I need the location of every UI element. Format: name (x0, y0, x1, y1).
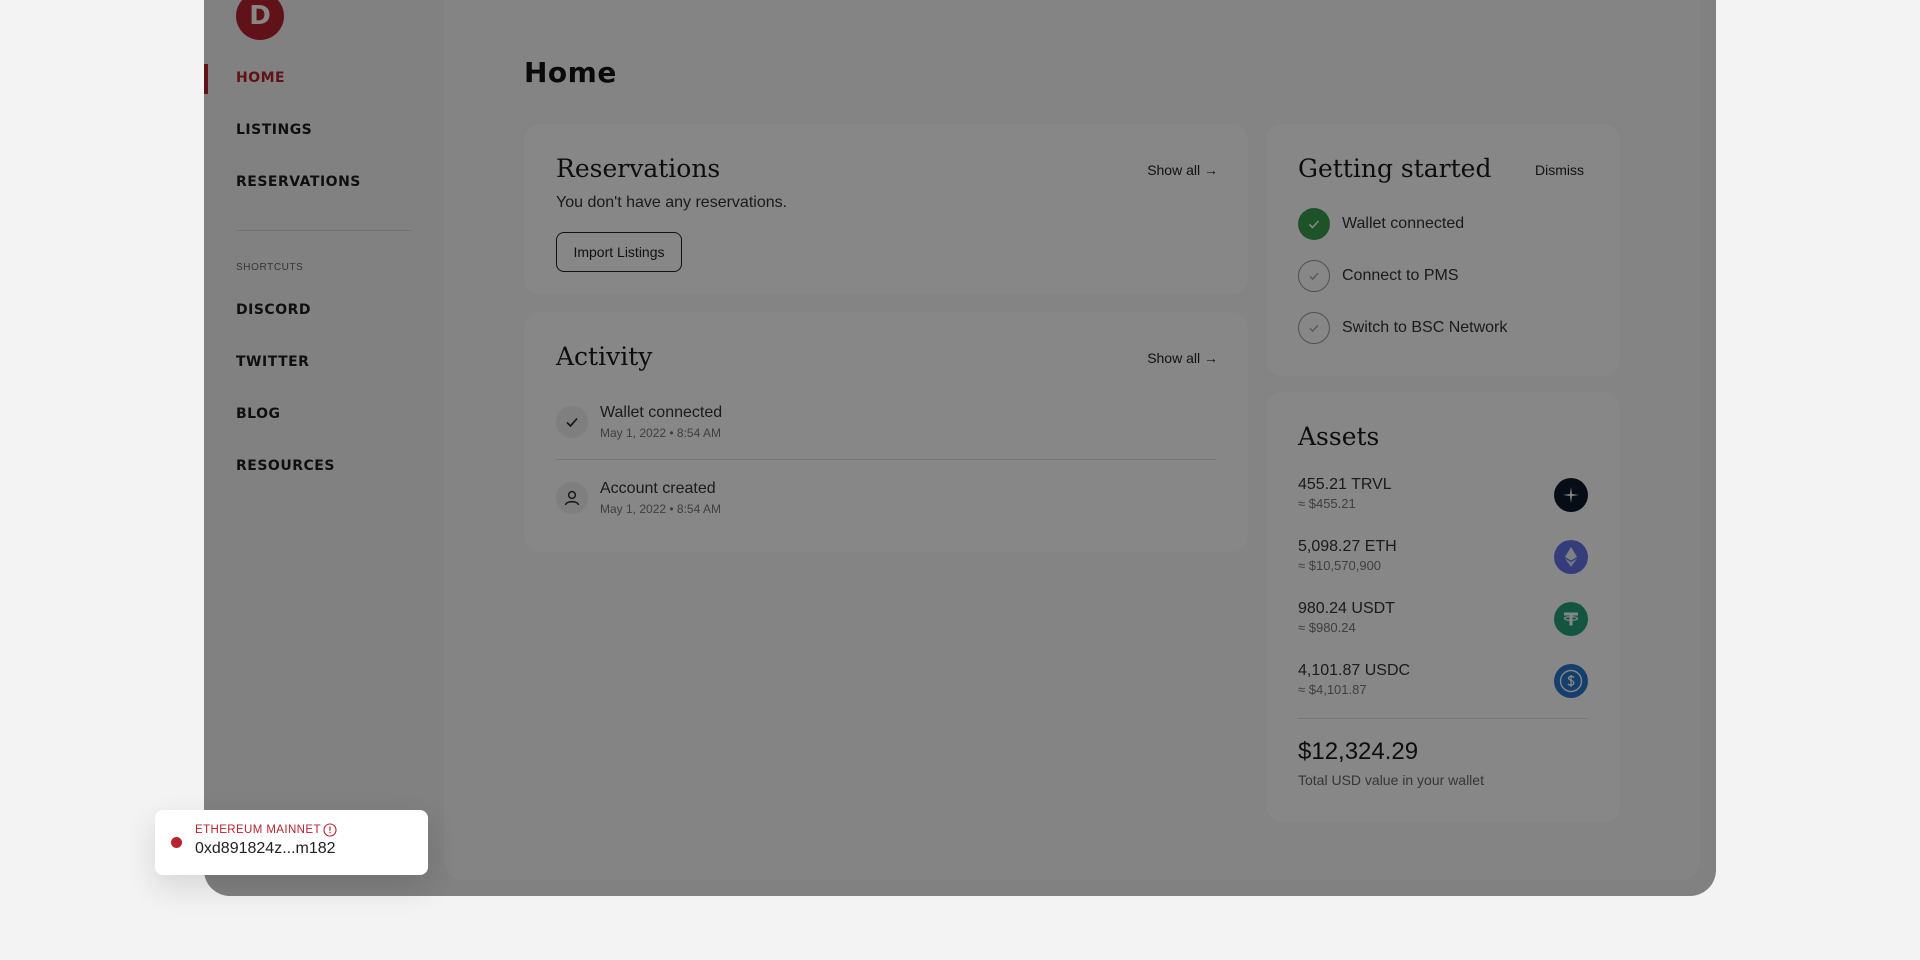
reservations-empty-text: You don't have any reservations. (556, 194, 788, 211)
asset-amount: 4,101.87 USDC (1298, 662, 1411, 679)
reservations-title: Reservations (556, 154, 721, 183)
assets-divider (1298, 718, 1588, 719)
asset-amount: 980.24 USDT (1298, 600, 1395, 617)
asset-usd-value: ≈ $4,101.87 (1298, 682, 1367, 697)
network-status-popup[interactable]: ETHEREUM MAINNET 0xd891824z...m182 (155, 810, 428, 875)
activity-divider (556, 459, 1216, 460)
shortcut-resources[interactable]: RESOURCES (236, 454, 335, 478)
network-status-dot (171, 837, 182, 848)
asset-amount: 455.21 TRVL (1298, 476, 1392, 493)
dismiss-button[interactable]: Dismiss (1535, 162, 1584, 178)
step-label[interactable]: Switch to BSC Network (1342, 319, 1507, 337)
step-incomplete-icon[interactable] (1298, 312, 1330, 344)
sidebar: D HOME LISTINGS RESERVATIONS SHORTCUTS D… (204, 0, 444, 896)
shortcut-twitter[interactable]: TWITTER (236, 350, 309, 374)
wallet-address: 0xd891824z...m182 (195, 840, 336, 857)
ethereum-icon (1554, 540, 1588, 574)
asset-usd-value: ≈ $455.21 (1298, 496, 1356, 511)
activity-card: Activity Show all → Wallet connected May… (524, 312, 1248, 552)
user-icon (556, 482, 588, 514)
page-title: Home (524, 56, 617, 89)
shortcuts-heading: SHORTCUTS (236, 262, 304, 273)
shortcut-blog[interactable]: BLOG (236, 402, 281, 426)
step-label: Wallet connected (1342, 215, 1465, 232)
asset-usd-value: ≈ $10,570,900 (1298, 558, 1382, 573)
network-name: ETHEREUM MAINNET (195, 824, 321, 836)
usdc-icon (1554, 664, 1588, 698)
step-incomplete-icon[interactable] (1298, 260, 1330, 292)
activity-item-label: Account created (600, 480, 716, 497)
wallet-total-usd: $12,324.29 (1298, 738, 1419, 765)
activity-item-label: Wallet connected (600, 404, 723, 421)
assets-title: Assets (1298, 422, 1380, 451)
step-label[interactable]: Connect to PMS (1342, 267, 1459, 285)
shortcut-discord[interactable]: DISCORD (236, 298, 311, 322)
import-listings-button[interactable]: Import Listings (556, 232, 682, 272)
trvl-icon (1554, 478, 1588, 512)
nav-item-home[interactable]: HOME (236, 66, 285, 90)
activity-item-timestamp: May 1, 2022 • 8:54 AM (600, 426, 721, 440)
info-icon[interactable] (323, 823, 337, 837)
main-content: Home Reservations Show all → You don't h… (444, 0, 1700, 880)
activity-item-timestamp: May 1, 2022 • 8:54 AM (600, 502, 721, 516)
getting-started-card: Getting started Dismiss Wallet connected… (1266, 124, 1620, 376)
asset-usd-value: ≈ $980.24 (1298, 620, 1356, 635)
tether-icon (1554, 602, 1588, 636)
getting-started-title: Getting started (1298, 154, 1492, 183)
reservations-card: Reservations Show all → You don't have a… (524, 124, 1248, 294)
reservations-show-all-link[interactable]: Show all → (1147, 162, 1218, 178)
activity-show-all-link[interactable]: Show all → (1147, 350, 1218, 366)
asset-amount: 5,098.27 ETH (1298, 538, 1397, 555)
nav-item-reservations[interactable]: RESERVATIONS (236, 170, 361, 194)
nav-item-listings[interactable]: LISTINGS (236, 118, 312, 142)
wallet-total-label: Total USD value in your wallet (1298, 772, 1484, 788)
sidebar-divider (236, 230, 412, 231)
app-frame: D HOME LISTINGS RESERVATIONS SHORTCUTS D… (204, 0, 1716, 896)
assets-card: Assets 455.21 TRVL ≈ $455.21 5,098.27 ET… (1266, 392, 1620, 822)
app-logo[interactable]: D (236, 0, 284, 40)
active-nav-indicator (204, 64, 208, 94)
check-icon (556, 406, 588, 438)
step-complete-icon (1298, 208, 1330, 240)
activity-title: Activity (556, 342, 653, 371)
